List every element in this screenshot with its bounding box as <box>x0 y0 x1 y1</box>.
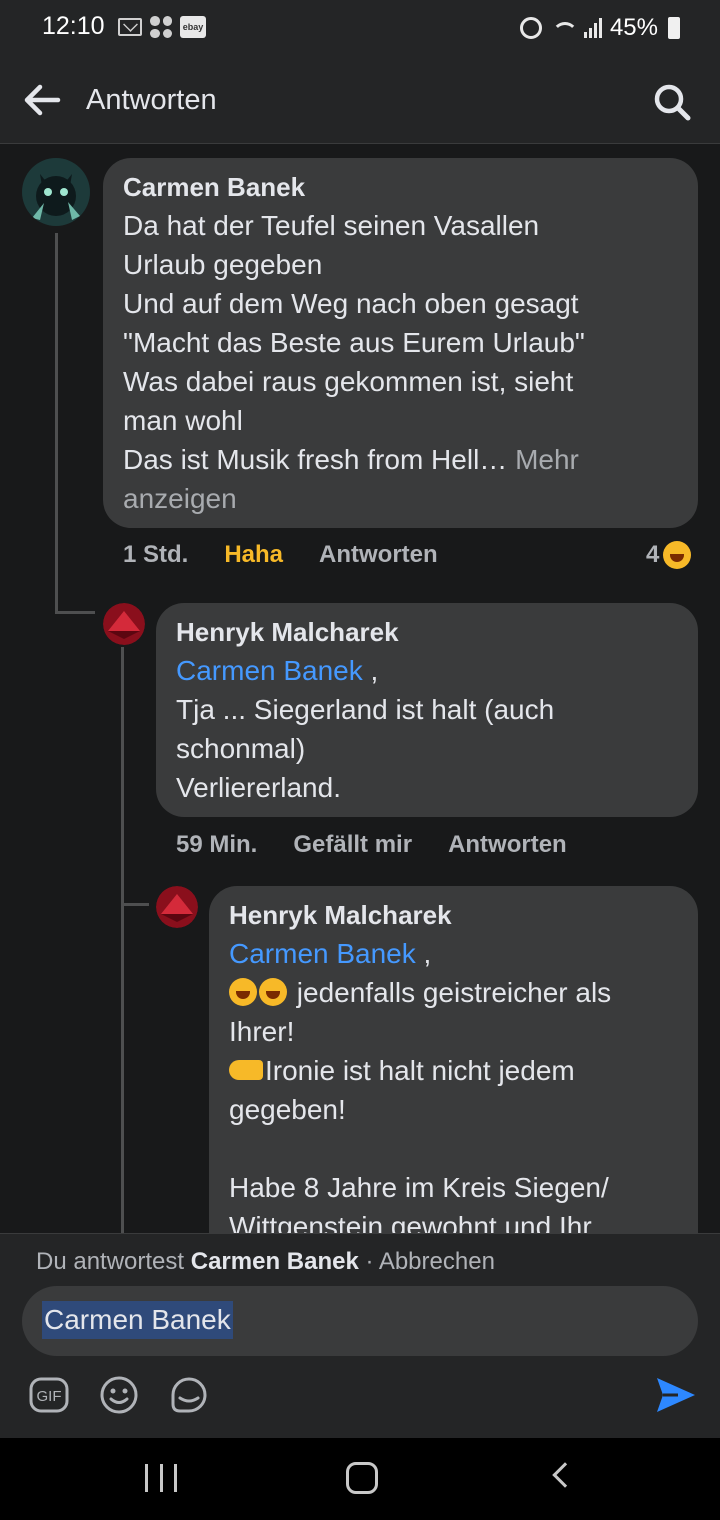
app-dots-icon <box>150 16 172 38</box>
haha-reaction-button[interactable]: Haha <box>224 541 283 569</box>
comment-line-text: Das ist Musik fresh from Hell… <box>123 444 508 475</box>
comment-line: Das ist Musik fresh from Hell… Mehr <box>123 440 678 479</box>
gif-label: GIF <box>37 1388 62 1405</box>
comment-line: Carmen Banek , <box>229 934 678 973</box>
comment-line: Verliererland. <box>176 772 341 803</box>
comment-line: Ihrer! <box>229 1016 295 1047</box>
system-icons: 45% <box>519 14 680 42</box>
rofl-emoji-icon <box>259 978 287 1006</box>
comment-line-text: jedenfalls geistreicher als <box>289 977 612 1008</box>
nav-back-icon[interactable] <box>552 1462 578 1488</box>
comment-thread: Carmen Banek Da hat der Teufel seinen Va… <box>0 145 720 1233</box>
comment-line: Und auf dem Weg nach oben gesagt <box>123 288 579 319</box>
battery-icon <box>668 17 680 39</box>
gif-icon[interactable]: GIF <box>28 1374 70 1416</box>
pointing-hand-icon <box>229 1060 263 1080</box>
alarm-icon <box>519 17 542 39</box>
reply-hint-prefix: Du antwortest <box>36 1248 191 1275</box>
app-header: Antworten <box>0 56 720 144</box>
send-icon[interactable] <box>654 1374 698 1416</box>
reply-hint: Du antwortest Carmen Banek · Abbrechen <box>36 1248 495 1276</box>
comment-author[interactable]: Carmen Banek <box>123 172 678 202</box>
comment-bubble[interactable]: Henryk Malcharek Carmen Banek , Tja ... … <box>156 603 698 817</box>
reply-composer: Du antwortest Carmen Banek · Abbrechen C… <box>0 1233 720 1438</box>
comment-line: Urlaub gegeben <box>123 249 323 280</box>
mail-icon <box>118 18 142 36</box>
comment-actions: 1 Std. Haha Antworten <box>123 541 438 569</box>
comment-actions: 59 Min. Gefällt mir Antworten <box>176 831 567 859</box>
like-button[interactable]: Gefällt mir <box>293 831 412 859</box>
status-time: 12:10 <box>42 12 105 40</box>
avatar[interactable] <box>103 603 145 645</box>
battery-percent: 45% <box>609 14 658 41</box>
comment-text: Carmen Banek , jedenfalls geistreicher a… <box>229 934 678 1233</box>
comment-line: schonmal) <box>176 733 306 764</box>
show-more-link[interactable]: Mehr <box>515 444 579 475</box>
comment-timestamp: 59 Min. <box>176 831 258 858</box>
mention-suffix: , <box>362 655 379 686</box>
sticker-icon[interactable] <box>168 1374 210 1416</box>
show-more-link[interactable]: anzeigen <box>123 479 678 518</box>
search-icon[interactable] <box>650 80 694 124</box>
comment-line: Was dabei raus gekommen ist, sieht <box>123 366 574 397</box>
comment-line: jedenfalls geistreicher als <box>229 973 678 1012</box>
thread-line <box>55 233 58 613</box>
comment-line: man wohl <box>123 405 243 436</box>
reply-hint-separator: · <box>358 1248 379 1275</box>
comment-line: "Macht das Beste aus Eurem Urlaub" <box>123 327 585 358</box>
comment-line: Habe 8 Jahre im Kreis Siegen/ <box>229 1172 609 1203</box>
avatar[interactable] <box>22 158 90 226</box>
comment-timestamp: 1 Std. <box>123 541 189 568</box>
thread-line <box>121 903 149 906</box>
comment-bubble[interactable]: Henryk Malcharek Carmen Banek , jedenfal… <box>209 886 698 1233</box>
reply-input[interactable]: Carmen Banek <box>22 1286 698 1356</box>
back-arrow-icon[interactable] <box>20 78 64 122</box>
comment-author[interactable]: Henryk Malcharek <box>176 617 678 647</box>
system-navigation-bar <box>0 1438 720 1520</box>
comment-author[interactable]: Henryk Malcharek <box>229 900 678 930</box>
comment-text: Carmen Banek , Tja ... Siegerland ist ha… <box>176 651 678 807</box>
mention-link[interactable]: Carmen Banek <box>176 655 363 686</box>
reaction-summary[interactable]: 4 <box>646 541 692 569</box>
reply-target-name: Carmen Banek <box>190 1248 359 1275</box>
mention-suffix: , <box>415 938 432 969</box>
comment-line: Ironie ist halt nicht jedem <box>229 1051 678 1090</box>
comment-line: Da hat der Teufel seinen Vasallen <box>123 210 540 241</box>
comment-line: Tja ... Siegerland ist halt (auch <box>176 694 555 725</box>
laugh-emoji-icon <box>663 541 692 569</box>
comment-line: Wittgenstein gewohnt und Ihr <box>229 1211 592 1233</box>
reaction-count: 4 <box>646 541 660 568</box>
comment-line-text: Ironie ist halt nicht jedem <box>265 1055 575 1086</box>
cancel-reply-button[interactable]: Abbrechen <box>379 1248 495 1275</box>
rofl-emoji-icon <box>229 978 257 1006</box>
recents-icon[interactable] <box>145 1464 177 1492</box>
reply-button[interactable]: Antworten <box>319 541 438 569</box>
wifi-icon <box>550 18 578 38</box>
thread-line <box>121 647 124 1233</box>
page-title: Antworten <box>86 84 217 116</box>
reply-button[interactable]: Antworten <box>448 831 567 859</box>
notification-icons: ebay <box>118 16 206 38</box>
comment-text: Da hat der Teufel seinen Vasallen Urlaub… <box>123 206 678 518</box>
ebay-icon: ebay <box>180 16 206 38</box>
home-icon[interactable] <box>346 1462 378 1494</box>
comment-line: gegeben! <box>229 1094 346 1125</box>
emoji-icon[interactable] <box>98 1374 140 1416</box>
signal-icon <box>583 18 602 38</box>
avatar[interactable] <box>156 886 198 928</box>
status-bar: 12:10 ebay 45% <box>0 0 720 56</box>
reply-input-value[interactable]: Carmen Banek <box>42 1301 233 1339</box>
comment-bubble[interactable]: Carmen Banek Da hat der Teufel seinen Va… <box>103 158 698 528</box>
mention-link[interactable]: Carmen Banek <box>229 938 416 969</box>
thread-line <box>55 611 95 614</box>
comment-line: Carmen Banek , <box>176 651 678 690</box>
